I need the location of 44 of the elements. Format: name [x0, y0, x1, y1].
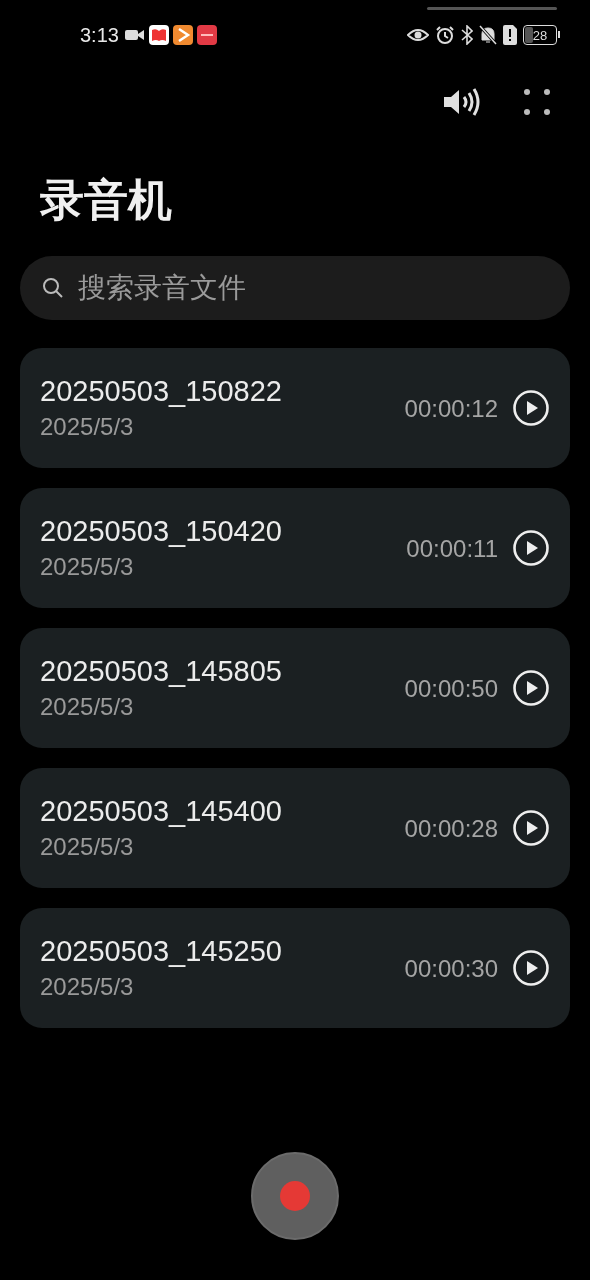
eye-icon [407, 28, 429, 42]
search-field[interactable]: 搜索录音文件 [20, 256, 570, 320]
recording-date: 2025/5/3 [40, 412, 135, 442]
recording-duration: 00:00:30 [404, 954, 498, 984]
speaker-icon[interactable] [442, 87, 482, 117]
recording-name: 20250503_150822 [40, 374, 283, 409]
battery-level: 28 [532, 28, 548, 42]
play-icon[interactable] [512, 529, 550, 567]
status-time: 3:13 [80, 23, 119, 48]
shop-app-icon [196, 25, 217, 45]
recording-card[interactable]: 20250503_145400 2025/5/3 00:00:28 [20, 768, 570, 888]
recording-card[interactable]: 20250503_150822 2025/5/3 00:00:12 [20, 348, 570, 468]
recording-name: 20250503_145400 [40, 794, 283, 829]
video-camera-icon [124, 28, 145, 42]
alarm-icon [435, 25, 455, 45]
record-dot-icon [280, 1181, 310, 1211]
recording-duration: 00:00:12 [404, 394, 498, 424]
recording-date: 2025/5/3 [40, 692, 135, 722]
book-app-icon [148, 25, 169, 45]
recording-duration: 00:00:50 [404, 674, 498, 704]
play-icon[interactable] [512, 809, 550, 847]
recording-card[interactable]: 20250503_145805 2025/5/3 00:00:50 [20, 628, 570, 748]
recording-date: 2025/5/3 [40, 832, 135, 862]
recording-duration: 00:00:28 [404, 814, 498, 844]
battery-fill [525, 27, 533, 43]
recording-card[interactable]: 20250503_150420 2025/5/3 00:00:11 [20, 488, 570, 608]
recording-date: 2025/5/3 [40, 972, 135, 1002]
play-app-icon [172, 25, 193, 45]
bluetooth-icon [461, 25, 473, 45]
play-icon[interactable] [512, 949, 550, 987]
play-icon[interactable] [512, 669, 550, 707]
bell-muted-icon [479, 25, 497, 45]
recording-name: 20250503_145250 [40, 934, 283, 969]
play-icon[interactable] [512, 389, 550, 427]
recording-name: 20250503_145805 [40, 654, 283, 689]
recording-duration: 00:00:11 [406, 534, 498, 564]
grid-menu-icon[interactable] [524, 89, 550, 115]
page-title: 录音机 [40, 174, 173, 226]
recording-card[interactable]: 20250503_145250 2025/5/3 00:00:30 [20, 908, 570, 1028]
search-input[interactable]: 搜索录音文件 [78, 267, 548, 309]
recording-date: 2025/5/3 [40, 552, 135, 582]
sim-alert-icon [503, 25, 517, 45]
recording-name: 20250503_150420 [40, 514, 283, 549]
search-icon [42, 277, 64, 299]
